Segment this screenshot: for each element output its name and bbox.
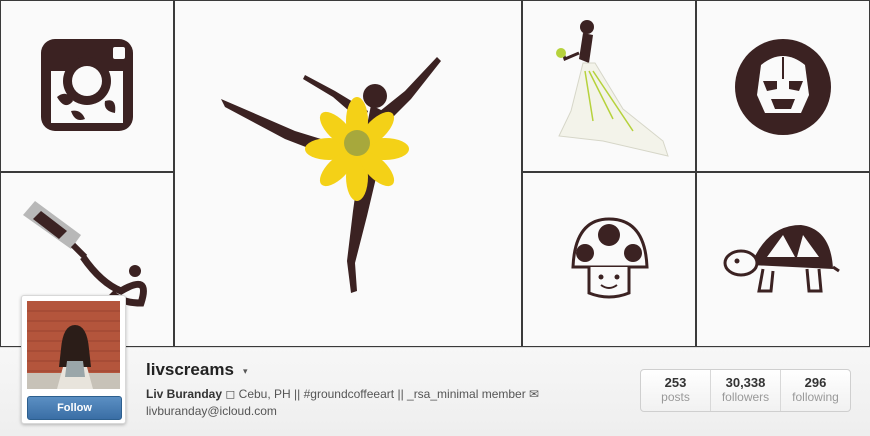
- username-dropdown-caret-icon[interactable]: ▾: [243, 366, 248, 377]
- profile-username[interactable]: livscreams: [146, 360, 234, 380]
- profile-bio-text: ◻ Cebu, PH || #groundcoffeeart || _rsa_m…: [225, 387, 540, 401]
- camera-logo-art: [41, 39, 133, 131]
- stormtrooper-badge-art: [735, 39, 831, 135]
- bride-gown-art: [556, 20, 669, 157]
- profile-email: livburanday@icloud.com: [146, 404, 277, 418]
- stat-following[interactable]: 296 following: [781, 370, 850, 411]
- photo-tile-camera[interactable]: [1, 1, 173, 171]
- stat-followers-label: followers: [721, 390, 770, 404]
- follow-button[interactable]: Follow: [27, 396, 122, 420]
- stat-followers-value: 30,338: [725, 375, 766, 390]
- turtle-art: [723, 225, 840, 293]
- stat-posts-label: posts: [661, 390, 690, 404]
- photo-tile-stormtrooper[interactable]: [697, 1, 869, 171]
- profile-avatar-card: Follow: [21, 295, 126, 424]
- avatar[interactable]: [27, 301, 120, 389]
- ballerina-flower-art: [221, 57, 441, 293]
- mushroom-art: [571, 217, 649, 299]
- profile-stats: 253 posts 30,338 followers 296 following: [640, 369, 851, 412]
- profile-bio: Liv Buranday ◻ Cebu, PH || #groundcoffee…: [146, 387, 539, 401]
- photo-tile-mushroom[interactable]: [523, 173, 695, 346]
- photo-grid: [0, 0, 870, 347]
- photo-tile-turtle[interactable]: [697, 173, 869, 346]
- stat-following-value: 296: [804, 375, 827, 390]
- stat-following-label: following: [792, 390, 839, 404]
- profile-full-name: Liv Buranday: [146, 387, 223, 401]
- photo-tile-ballerina[interactable]: [175, 1, 521, 346]
- stat-followers[interactable]: 30,338 followers: [711, 370, 781, 411]
- stat-posts-value: 253: [664, 375, 687, 390]
- stat-posts[interactable]: 253 posts: [641, 370, 711, 411]
- photo-tile-bride[interactable]: [523, 1, 695, 171]
